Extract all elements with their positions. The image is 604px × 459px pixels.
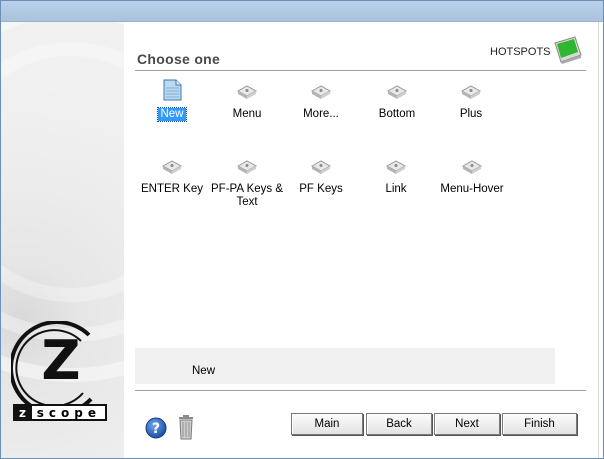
keyboard-key-icon	[461, 160, 483, 174]
right-divider	[598, 22, 599, 458]
item-label: Bottom	[378, 108, 416, 120]
item-label: ENTER Key	[141, 183, 203, 195]
keyboard-key-icon	[236, 85, 258, 99]
decorative-ring	[1, 42, 124, 302]
item-label: Menu-Hover	[440, 183, 504, 195]
item-label: PF Keys	[299, 183, 343, 195]
item-label: Link	[385, 183, 407, 195]
item-bottom[interactable]: Bottom	[359, 79, 435, 121]
finish-button[interactable]: Finish	[502, 413, 577, 435]
hotspots-label: HOTSPOTS	[490, 46, 551, 58]
logo-wordmark: z scope	[13, 404, 107, 421]
description-text: New	[192, 365, 216, 377]
title-bar[interactable]	[1, 1, 603, 22]
header-divider	[135, 70, 586, 71]
svg-text:?: ?	[152, 421, 160, 437]
item-menu[interactable]: Menu	[209, 79, 285, 121]
keyboard-key-icon	[385, 160, 407, 174]
item-label: PF-PA Keys & Text	[211, 183, 284, 208]
help-icon[interactable]: ?	[145, 417, 167, 439]
footer-divider	[135, 390, 586, 391]
keyboard-key-icon	[310, 160, 332, 174]
item-label: Plus	[459, 108, 483, 120]
item-enter-key[interactable]: ENTER Key	[134, 154, 210, 196]
hotspots-monitor-icon	[554, 36, 582, 64]
keyboard-key-icon	[460, 85, 482, 99]
keyboard-key-icon	[161, 160, 183, 174]
keyboard-key-icon	[236, 160, 258, 174]
page-title: Choose one	[137, 51, 221, 67]
wizard-window: Z z scope Choose one HOTSPOTS New Menu M…	[0, 0, 604, 459]
logo-text: scope	[36, 405, 101, 420]
item-label: Menu	[232, 108, 262, 120]
item-label: New	[157, 107, 187, 122]
main-button[interactable]: Main	[291, 413, 363, 435]
item-pf-pa-keys-text[interactable]: PF-PA Keys & Text	[209, 154, 285, 209]
next-button[interactable]: Next	[434, 413, 500, 435]
item-plus[interactable]: Plus	[433, 79, 509, 121]
item-menu-hover[interactable]: Menu-Hover	[434, 154, 510, 196]
keyboard-key-icon	[310, 85, 332, 99]
item-new[interactable]: New	[134, 79, 210, 122]
back-button[interactable]: Back	[366, 413, 432, 435]
trash-icon[interactable]	[177, 414, 195, 440]
new-document-icon	[163, 79, 182, 101]
item-link[interactable]: Link	[358, 154, 434, 196]
item-label: More...	[303, 108, 339, 120]
item-pf-keys[interactable]: PF Keys	[283, 154, 359, 196]
item-more[interactable]: More...	[283, 79, 359, 121]
logo-letter: Z	[41, 329, 80, 392]
keyboard-key-icon	[386, 85, 408, 99]
